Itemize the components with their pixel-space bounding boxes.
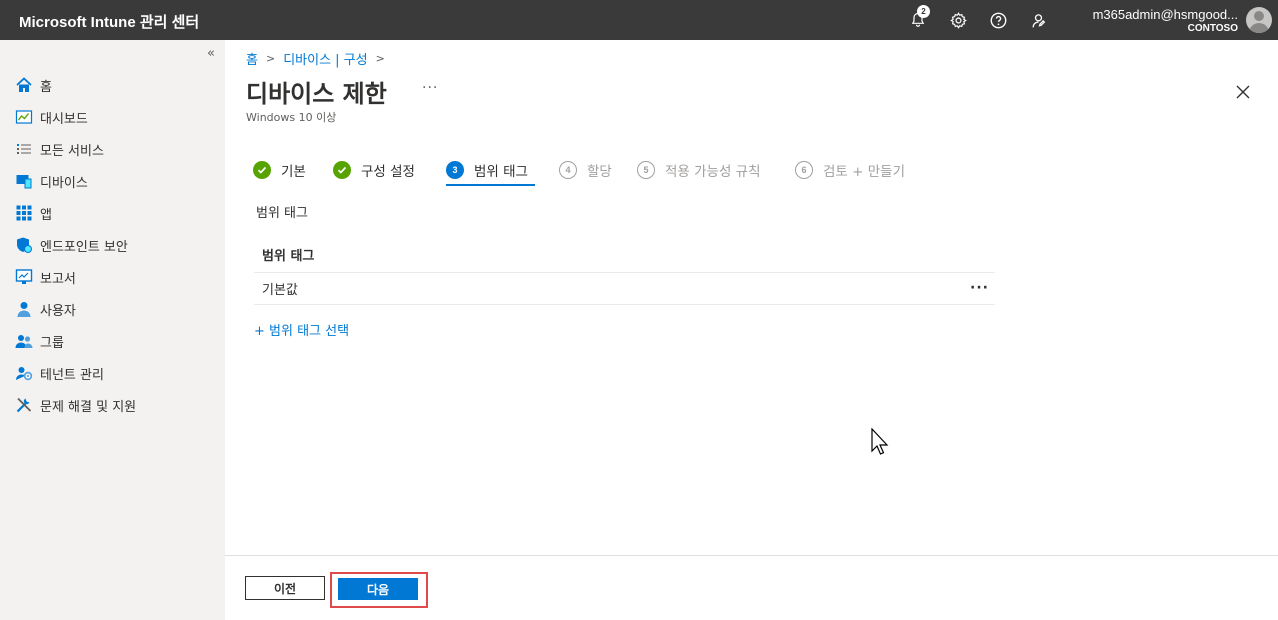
sidebar: « 홈 대시보드 모든 서비스 디바이스 앱 엔드포인트 보안 보고서 사용자 … — [0, 40, 225, 620]
step-label: 구성 설정 — [361, 164, 415, 180]
sidebar-item-endpoint-security[interactable]: 엔드포인트 보안 — [15, 234, 128, 256]
step-label: 기본 — [281, 164, 306, 180]
user-icon — [15, 300, 33, 318]
sidebar-item-label: 사용자 — [40, 303, 76, 319]
user-org: CONTOSO — [1187, 23, 1238, 34]
sidebar-item-label: 그룹 — [40, 335, 64, 351]
step-label: 할당 — [587, 164, 612, 180]
sidebar-item-label: 대시보드 — [40, 111, 88, 127]
collapse-sidebar-icon[interactable]: « — [207, 46, 215, 61]
step-applicability-rules[interactable]: 5 적용 가능성 규칙 — [637, 160, 761, 180]
wizard-footer: 이전 다음 — [225, 555, 1278, 620]
table-header: 범위 태그 — [254, 237, 995, 273]
mouse-cursor-icon — [871, 428, 889, 455]
feedback-button[interactable] — [1026, 8, 1050, 32]
dashboard-icon — [15, 108, 33, 126]
step-assignments[interactable]: 4 할당 — [559, 160, 612, 180]
sidebar-item-label: 보고서 — [40, 271, 76, 287]
devices-icon — [15, 172, 33, 190]
sidebar-item-groups[interactable]: 그룹 — [15, 330, 64, 352]
sidebar-item-home[interactable]: 홈 — [15, 74, 52, 96]
step-number: 4 — [559, 161, 577, 179]
sidebar-item-troubleshooting[interactable]: 문제 해결 및 지원 — [15, 394, 136, 416]
row-more-options-icon[interactable]: ··· — [970, 280, 989, 296]
section-label: 범위 태그 — [256, 206, 308, 221]
sidebar-item-label: 디바이스 — [40, 175, 88, 191]
checkmark-icon — [253, 161, 271, 179]
chevron-right-icon: > — [375, 52, 385, 65]
sidebar-item-label: 문제 해결 및 지원 — [40, 399, 137, 415]
avatar[interactable] — [1246, 7, 1272, 33]
step-scope-tags[interactable]: 3 범위 태그 — [446, 160, 528, 180]
sidebar-item-devices[interactable]: 디바이스 — [15, 170, 88, 192]
sidebar-item-apps[interactable]: 앱 — [15, 202, 52, 224]
step-configuration-settings[interactable]: 구성 설정 — [333, 160, 415, 180]
page-title: 디바이스 제한 — [246, 80, 387, 108]
app-title[interactable]: Microsoft Intune 관리 센터 — [19, 11, 199, 32]
sidebar-item-label: 테넌트 관리 — [40, 367, 104, 383]
tools-icon — [15, 396, 33, 414]
shield-icon — [15, 236, 33, 254]
step-review-create[interactable]: 6 검토 + 만들기 — [795, 160, 905, 180]
notifications-button[interactable]: 2 — [906, 5, 930, 32]
breadcrumb-devices-configuration[interactable]: 디바이스 | 구성 — [283, 49, 367, 68]
close-icon — [1236, 85, 1250, 99]
help-icon — [990, 12, 1006, 28]
step-number: 6 — [795, 161, 813, 179]
step-basics[interactable]: 기본 — [253, 160, 306, 180]
user-email[interactable]: m365admin@hsmgood... — [1093, 7, 1238, 22]
sidebar-item-label: 홈 — [40, 79, 52, 95]
apps-icon — [15, 204, 33, 222]
notification-badge: 2 — [917, 5, 930, 18]
step-number: 5 — [637, 161, 655, 179]
group-icon — [15, 332, 33, 350]
tenant-icon — [15, 364, 33, 382]
scope-tags-table: 범위 태그 기본값 ··· — [254, 237, 995, 305]
close-button[interactable] — [1234, 83, 1252, 101]
step-label: 검토 + 만들기 — [823, 164, 905, 180]
help-button[interactable] — [986, 8, 1010, 32]
step-label: 적용 가능성 규칙 — [665, 164, 761, 180]
sidebar-item-tenant-admin[interactable]: 테넌트 관리 — [15, 362, 104, 384]
previous-button[interactable]: 이전 — [245, 576, 325, 600]
select-scope-tags-link[interactable]: + 범위 태그 선택 — [254, 320, 349, 339]
breadcrumb-home[interactable]: 홈 — [246, 49, 258, 68]
list-icon — [15, 140, 33, 158]
feedback-icon — [1032, 13, 1045, 27]
active-step-indicator — [446, 184, 535, 186]
top-bar: Microsoft Intune 관리 센터 2 m365admin@hsmgo… — [0, 0, 1278, 40]
sidebar-item-all-services[interactable]: 모든 서비스 — [15, 138, 104, 160]
breadcrumb: 홈 > 디바이스 | 구성 > — [246, 49, 393, 68]
gear-icon — [949, 11, 967, 29]
home-icon — [15, 76, 33, 94]
sidebar-item-label: 엔드포인트 보안 — [40, 239, 128, 255]
more-options-icon[interactable]: ··· — [422, 80, 438, 96]
table-row[interactable]: 기본값 ··· — [254, 273, 995, 305]
sidebar-item-label: 앱 — [40, 207, 52, 223]
settings-button[interactable] — [946, 8, 970, 32]
step-label: 범위 태그 — [474, 164, 528, 180]
reports-icon — [15, 268, 33, 286]
checkmark-icon — [333, 161, 351, 179]
table-cell: 기본값 — [262, 283, 298, 298]
sidebar-item-dashboard[interactable]: 대시보드 — [15, 106, 88, 128]
sidebar-item-label: 모든 서비스 — [40, 143, 104, 159]
main-content: 홈 > 디바이스 | 구성 > 디바이스 제한 ··· Windows 10 이… — [225, 40, 1278, 620]
next-button[interactable]: 다음 — [338, 578, 418, 600]
step-number: 3 — [446, 161, 464, 179]
page-subtitle: Windows 10 이상 — [246, 111, 337, 124]
sidebar-item-users[interactable]: 사용자 — [15, 298, 76, 320]
sidebar-item-reports[interactable]: 보고서 — [15, 266, 76, 288]
chevron-right-icon: > — [265, 52, 276, 65]
